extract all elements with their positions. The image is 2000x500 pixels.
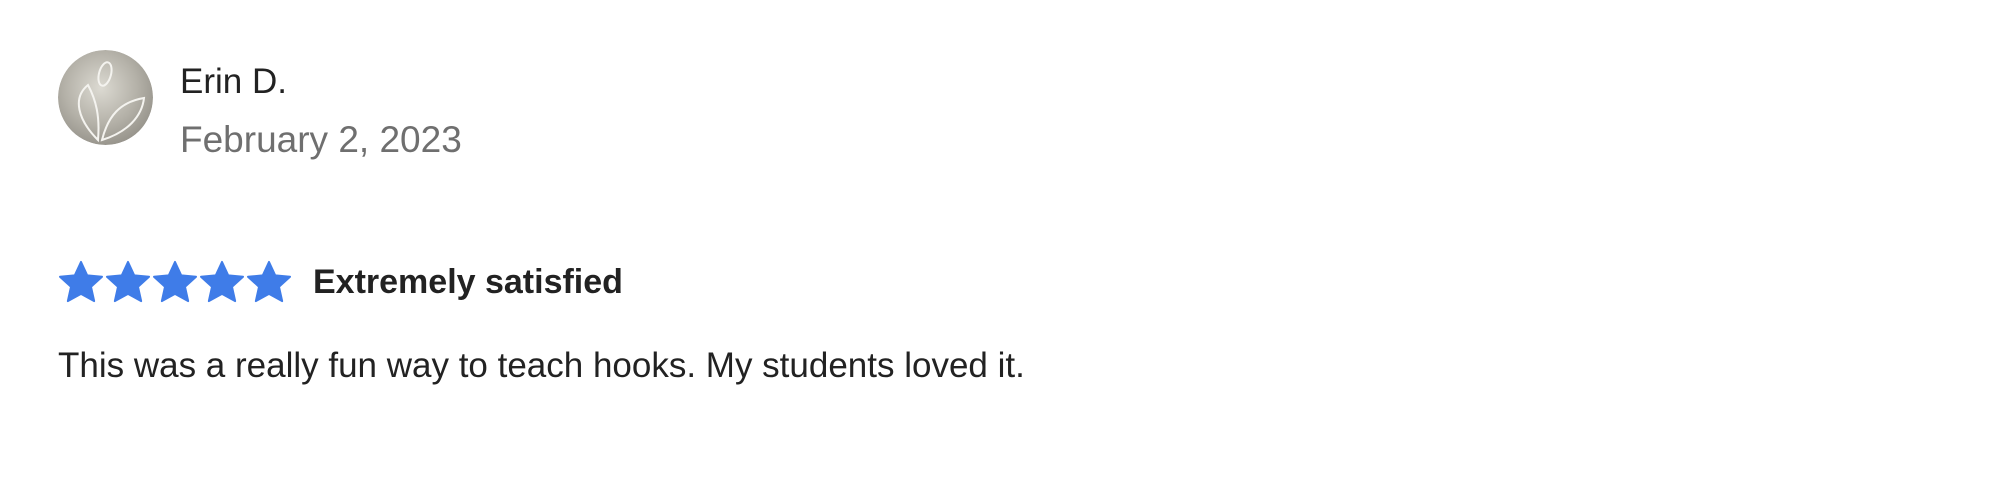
heart-leaf-logo-icon (58, 50, 153, 145)
star-icon (152, 260, 198, 304)
star-rating (58, 260, 293, 304)
star-icon (105, 260, 151, 304)
star-icon (58, 260, 104, 304)
star-icon (199, 260, 245, 304)
star-icon (246, 260, 292, 304)
reviewer-header: Erin D. February 2, 2023 (58, 50, 1938, 163)
reviewer-name[interactable]: Erin D. (180, 60, 462, 104)
review-card: Erin D. February 2, 2023 Extremely satis… (58, 50, 1938, 390)
rating-row: Extremely satisfied (58, 260, 1938, 304)
avatar (58, 50, 153, 145)
rating-label: Extremely satisfied (313, 263, 623, 301)
review-text: This was a really fun way to teach hooks… (58, 346, 1025, 385)
review-date: February 2, 2023 (180, 119, 462, 160)
reviewer-meta: Erin D. February 2, 2023 (180, 50, 462, 163)
